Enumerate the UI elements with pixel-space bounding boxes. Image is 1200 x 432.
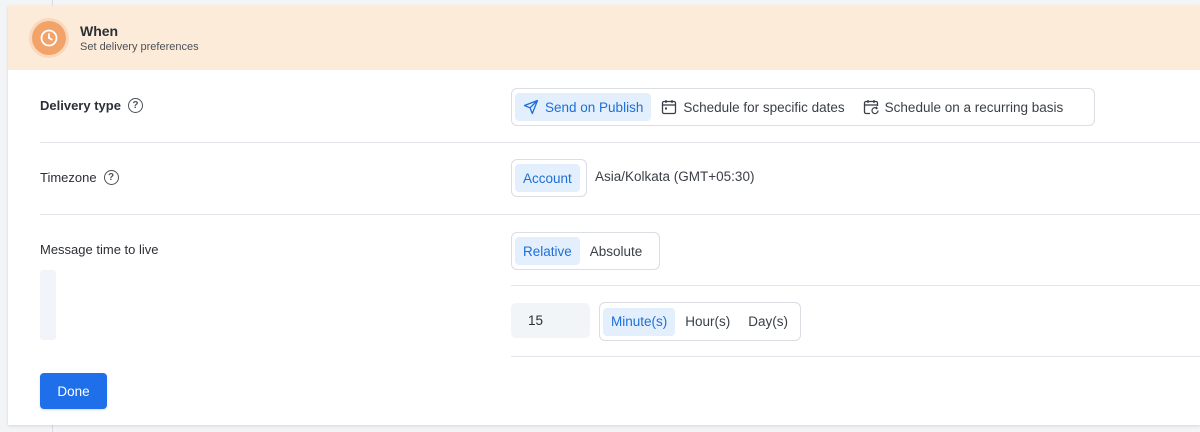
option-days[interactable]: Day(s) [740, 308, 796, 336]
panel-subtitle: Set delivery preferences [80, 41, 199, 53]
timezone-label-row: Timezone ? [40, 170, 119, 185]
loading-placeholder [40, 270, 56, 340]
clock-icon [32, 21, 66, 55]
delivery-type-label-row: Delivery type ? [40, 98, 143, 113]
help-icon[interactable]: ? [127, 98, 143, 113]
option-label: Schedule for specific dates [683, 99, 845, 115]
option-relative[interactable]: Relative [515, 237, 580, 265]
row-divider [511, 285, 1200, 286]
ttl-label: Message time to live [40, 242, 159, 257]
panel-header: When Set delivery preferences [8, 6, 1200, 70]
help-icon[interactable]: ? [103, 170, 119, 185]
option-label: Send on Publish [545, 99, 644, 115]
recurring-calendar-icon [863, 100, 879, 115]
delivery-type-selector: Send on Publish Schedule for specific da… [511, 88, 1095, 126]
timezone-value: Asia/Kolkata (GMT+05:30) [595, 169, 755, 184]
option-schedule-specific-dates[interactable]: Schedule for specific dates [653, 93, 852, 121]
send-icon [523, 99, 539, 115]
timezone-label: Timezone [40, 170, 97, 185]
timezone-mode-selector: Account [511, 159, 587, 197]
option-schedule-recurring[interactable]: Schedule on a recurring basis [855, 93, 1072, 121]
row-divider [40, 142, 1200, 143]
option-send-on-publish[interactable]: Send on Publish [515, 93, 652, 121]
option-minutes[interactable]: Minute(s) [603, 307, 676, 336]
done-button[interactable]: Done [40, 373, 107, 409]
ttl-label-row: Message time to live [40, 242, 159, 257]
ttl-unit-selector: Minute(s) Hour(s) Day(s) [599, 302, 801, 341]
option-account[interactable]: Account [515, 164, 580, 192]
row-divider [511, 356, 1200, 357]
when-panel: When Set delivery preferences Delivery t… [8, 6, 1200, 425]
panel-title: When [80, 23, 119, 39]
delivery-type-label: Delivery type [40, 98, 121, 113]
option-hours[interactable]: Hour(s) [677, 308, 738, 336]
ttl-mode-selector: Relative Absolute [511, 232, 660, 270]
option-absolute[interactable]: Absolute [582, 237, 651, 265]
ttl-value-input[interactable] [511, 303, 590, 338]
row-divider [40, 214, 1200, 215]
calendar-icon [662, 100, 677, 115]
option-label: Schedule on a recurring basis [884, 99, 1064, 115]
